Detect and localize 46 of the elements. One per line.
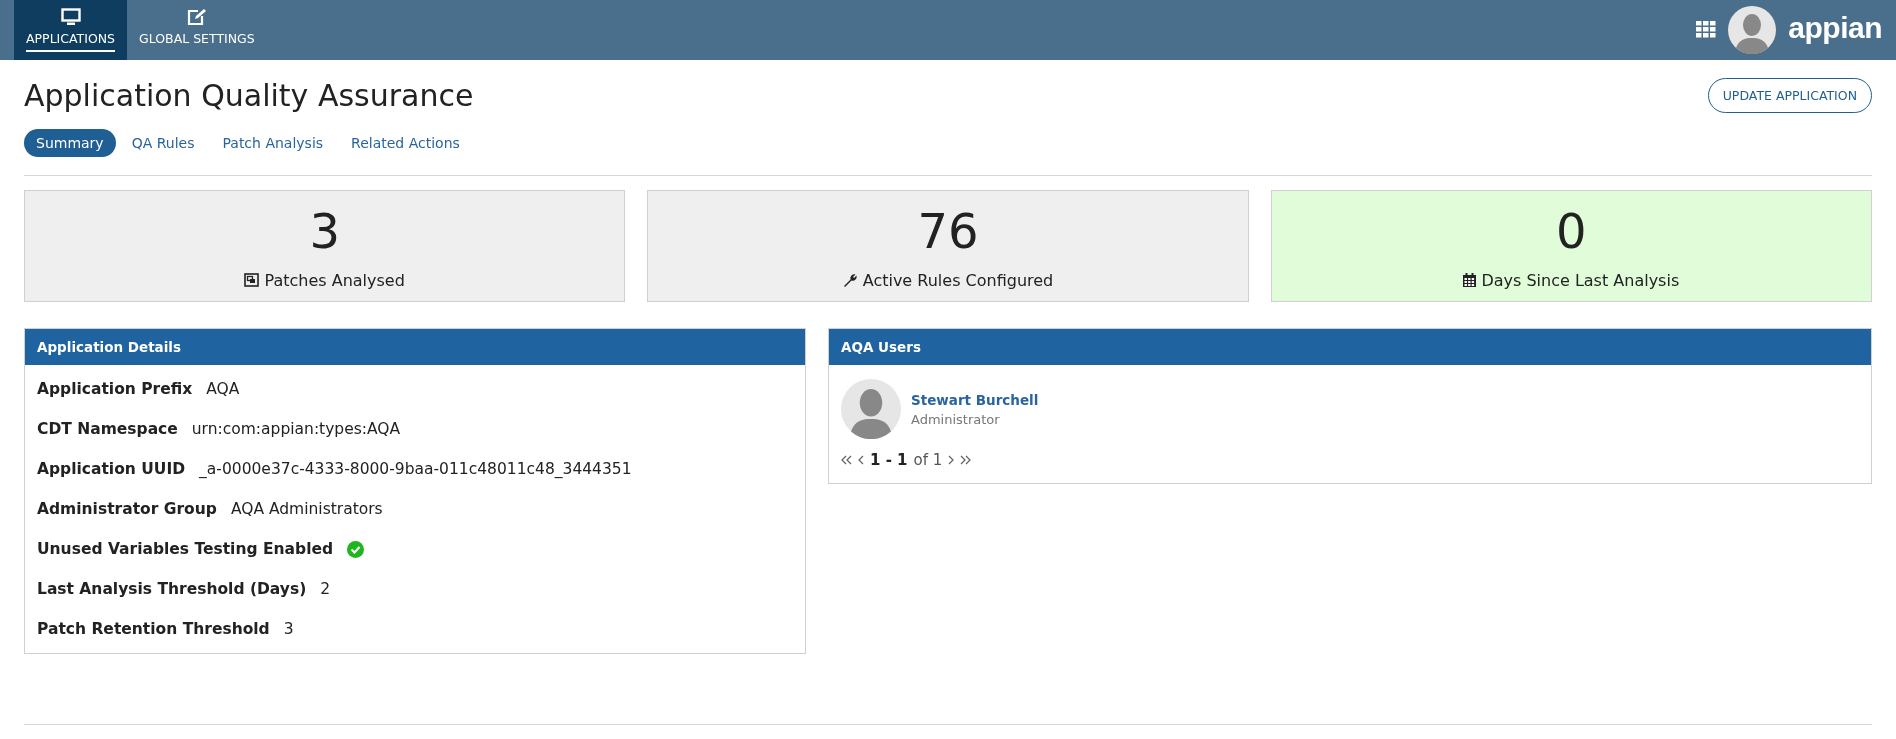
page-range: 1 - 1 [870,451,908,469]
nav-tab[interactable]: GLOBAL SETTINGS [127,0,267,60]
logo-text: appian [1788,11,1882,46]
app-grid-icon[interactable] [1696,21,1717,39]
tab[interactable]: Related Actions [339,129,472,157]
stat-value: 76 [917,202,979,259]
field-value: AQA [206,380,240,398]
update-application-button[interactable]: UPDATE APPLICATION [1707,78,1872,113]
field-label: CDT Namespace [37,420,178,438]
tab[interactable]: Patch Analysis [210,129,336,157]
image-frame-icon [244,273,260,287]
first-page-icon[interactable] [841,455,852,465]
tab[interactable]: Summary [24,129,116,157]
edit-icon [186,8,207,26]
field-value: 2 [320,580,331,598]
field-label: Application UUID [37,460,186,478]
page-title: Application Quality Assurance [24,78,474,113]
stat-value: 3 [309,202,340,259]
field-label: Last Analysis Threshold (Days) [37,580,307,598]
stat-label: Active Rules Configured [862,270,1054,290]
field-label: Administrator Group [37,500,217,518]
user-name-link[interactable]: Stewart Burchell [911,391,1039,408]
next-page-icon[interactable] [948,455,955,465]
panel-header: Application Details [25,329,805,365]
avatar-icon [841,379,901,439]
field-label: Patch Retention Threshold [37,620,270,638]
field-value: 3 [283,620,294,638]
calendar-icon [1463,273,1477,287]
field-value: _a-0000e37c-4333-8000-9baa-011c48011c48_3444351 [199,460,632,478]
tab[interactable]: QA Rules [119,129,207,157]
stat-value: 0 [1556,202,1587,259]
monitor-icon [60,8,81,26]
user-role: Administrator [911,411,1001,427]
previous-page-icon[interactable] [858,455,864,465]
field-label: Application Prefix [37,380,193,398]
last-page-icon[interactable] [960,455,972,465]
field-value: AQA Administrators [230,500,383,518]
stat-label: Patches Analysed [264,270,405,290]
wrench-icon [842,272,858,288]
avatar-icon[interactable] [1728,6,1777,54]
nav-tab[interactable]: APPLICATIONS [14,0,128,60]
panel-header: AQA Users [829,329,1871,365]
stat-label: Days Since Last Analysis [1481,270,1680,290]
page-total: of 1 [913,451,943,469]
field-value: urn:com:appian:types:AQA [191,420,401,438]
field-label: Unused Variables Testing Enabled [37,540,334,558]
